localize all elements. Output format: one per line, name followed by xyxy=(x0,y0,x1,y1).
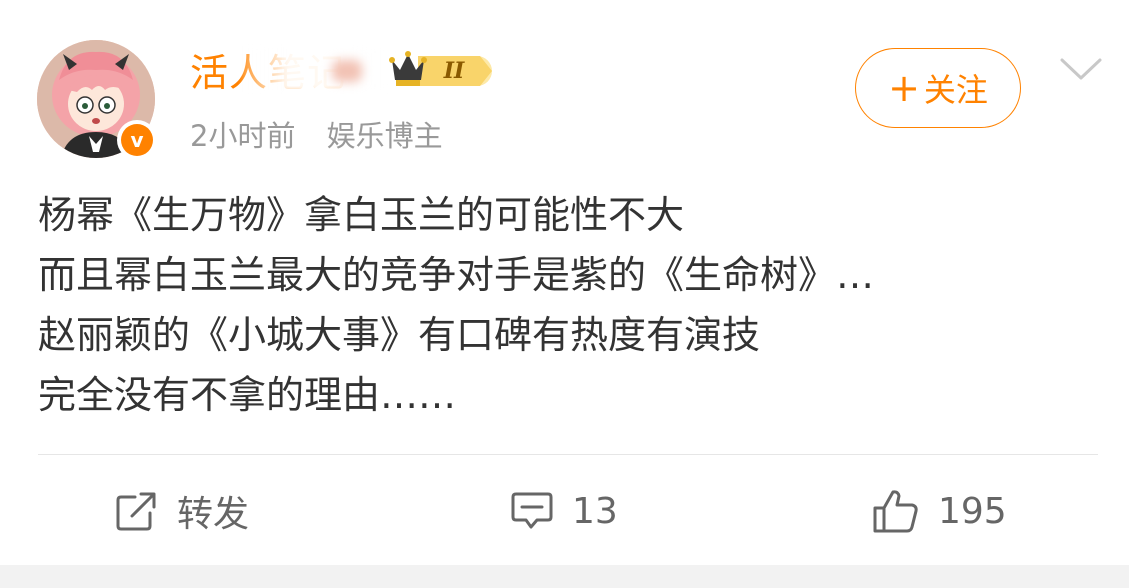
bottom-separator xyxy=(0,565,1129,588)
content-line: 杨幂《生万物》拿白玉兰的可能性不大 xyxy=(38,193,685,237)
comment-icon xyxy=(511,492,553,529)
like-button[interactable]: 195 xyxy=(872,483,1007,539)
post-header: v 活人笔记 II 2小时前 娱乐博主 + 关注 xyxy=(0,0,1129,170)
repost-icon xyxy=(116,492,156,531)
name-blur-spot xyxy=(332,60,362,82)
verified-badge: v xyxy=(117,120,157,160)
name-blur-mask xyxy=(242,46,392,92)
repost-button[interactable]: 转发 xyxy=(115,483,249,539)
comment-button[interactable]: 13 xyxy=(510,483,618,539)
comment-count: 13 xyxy=(572,490,618,532)
follow-button[interactable]: + 关注 xyxy=(855,48,1021,128)
post-meta: 2小时前 娱乐博主 xyxy=(190,113,465,155)
like-count: 195 xyxy=(938,490,1007,532)
content-line: 而且幂白玉兰最大的竞争对手是紫的《生命树》… xyxy=(38,253,875,297)
post-time: 2小时前 xyxy=(190,119,296,153)
level-badge-text: II xyxy=(443,58,465,84)
weibo-post-card: v 活人笔记 II 2小时前 娱乐博主 + 关注 杨幂《生万物》拿白玉兰的可能 xyxy=(0,0,1129,588)
user-category: 娱乐博主 xyxy=(326,119,443,153)
follow-label: 关注 xyxy=(923,71,988,109)
chevron-down-icon[interactable] xyxy=(1058,52,1104,86)
plus-icon: + xyxy=(888,66,920,110)
action-bar: 转发 13 195 xyxy=(0,455,1129,565)
post-content: 杨幂《生万物》拿白玉兰的可能性不大 而且幂白玉兰最大的竞争对手是紫的《生命树》…… xyxy=(38,185,1098,425)
content-line: 赵丽颖的《小城大事》有口碑有热度有演技 xyxy=(38,313,761,357)
repost-label: 转发 xyxy=(177,494,250,535)
like-icon xyxy=(873,490,918,533)
crown-level-badge[interactable]: II xyxy=(388,46,500,90)
verified-icon: v xyxy=(121,124,153,156)
content-line: 完全没有不拿的理由…… xyxy=(38,373,457,417)
